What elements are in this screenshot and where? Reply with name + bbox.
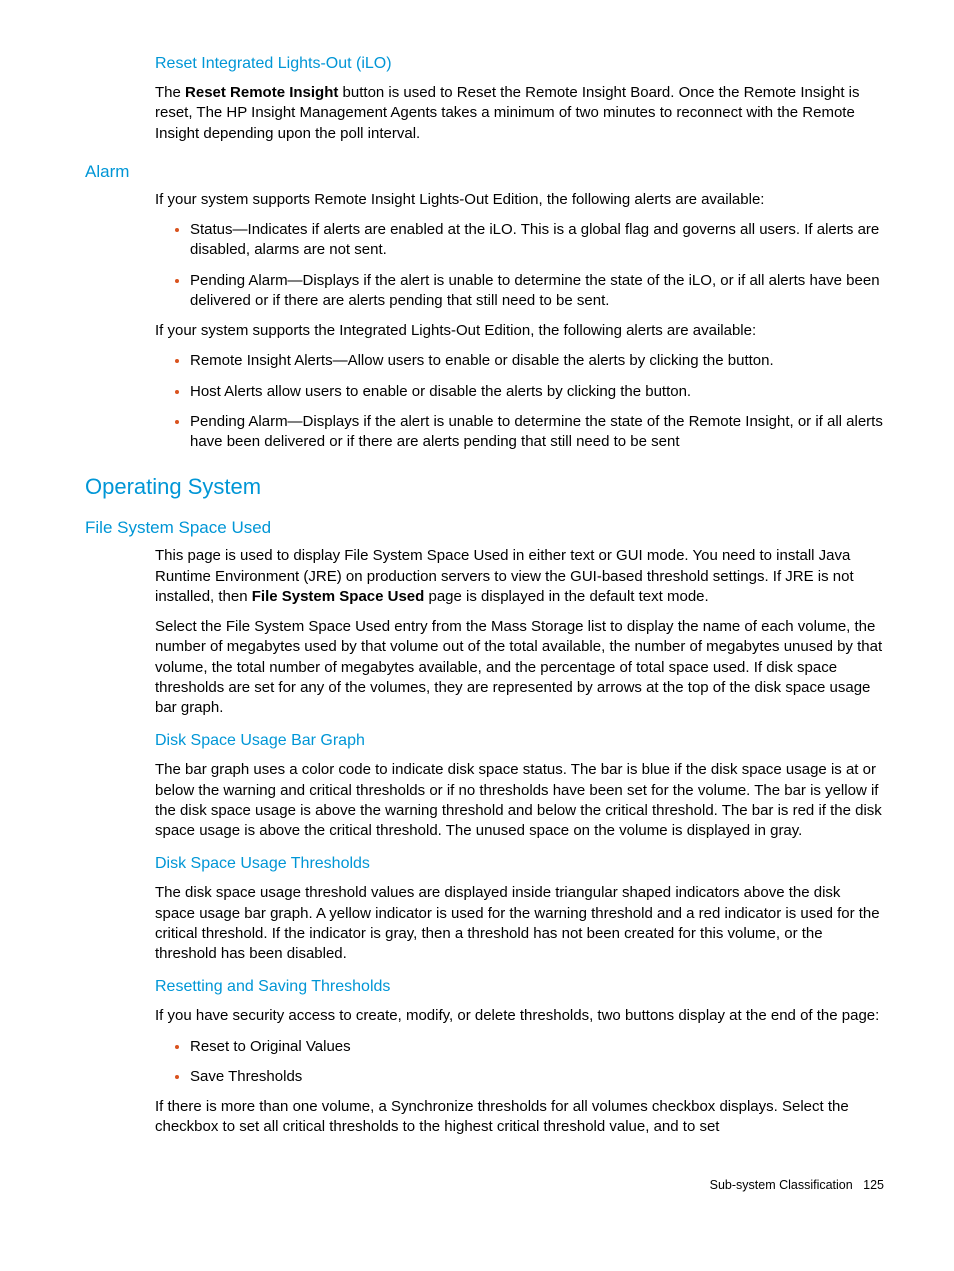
paragraph: If your system supports the Integrated L… — [155, 321, 884, 341]
list-item: Remote Insight Alerts—Allow users to ena… — [190, 351, 884, 371]
footer-label: Sub-system Classification — [710, 1178, 853, 1192]
paragraph: The bar graph uses a color code to indic… — [155, 760, 884, 841]
list-item: Status—Indicates if alerts are enabled a… — [190, 220, 884, 261]
page-number: 125 — [863, 1178, 884, 1192]
paragraph: This page is used to display File System… — [155, 546, 884, 607]
bullet-list: Reset to Original Values Save Thresholds — [155, 1037, 884, 1088]
list-item: Pending Alarm—Displays if the alert is u… — [190, 271, 884, 312]
paragraph: Select the File System Space Used entry … — [155, 617, 884, 718]
paragraph: If your system supports Remote Insight L… — [155, 190, 884, 210]
heading-file-system-space-used: File System Space Used — [85, 518, 884, 538]
text-bold: Reset Remote Insight — [185, 84, 338, 101]
list-item: Host Alerts allow users to enable or dis… — [190, 382, 884, 402]
document-page: Reset Integrated Lights-Out (iLO) The Re… — [0, 0, 954, 1252]
paragraph: The Reset Remote Insight button is used … — [155, 83, 884, 144]
heading-operating-system: Operating System — [85, 474, 884, 500]
bullet-list: Status—Indicates if alerts are enabled a… — [155, 220, 884, 311]
heading-bar-graph: Disk Space Usage Bar Graph — [155, 732, 884, 750]
text: page is displayed in the default text mo… — [424, 588, 708, 605]
heading-thresholds: Disk Space Usage Thresholds — [155, 855, 884, 873]
text-bold: File System Space Used — [252, 588, 425, 605]
heading-reset-save-thresholds: Resetting and Saving Thresholds — [155, 978, 884, 996]
page-footer: Sub-system Classification 125 — [85, 1178, 884, 1192]
text: The — [155, 84, 185, 101]
list-item: Reset to Original Values — [190, 1037, 884, 1057]
paragraph: If you have security access to create, m… — [155, 1006, 884, 1026]
heading-reset-ilo: Reset Integrated Lights-Out (iLO) — [155, 55, 884, 73]
paragraph: The disk space usage threshold values ar… — [155, 883, 884, 964]
heading-alarm: Alarm — [85, 162, 884, 182]
bullet-list: Remote Insight Alerts—Allow users to ena… — [155, 351, 884, 452]
list-item: Save Thresholds — [190, 1067, 884, 1087]
paragraph: If there is more than one volume, a Sync… — [155, 1097, 884, 1138]
list-item: Pending Alarm—Displays if the alert is u… — [190, 412, 884, 453]
